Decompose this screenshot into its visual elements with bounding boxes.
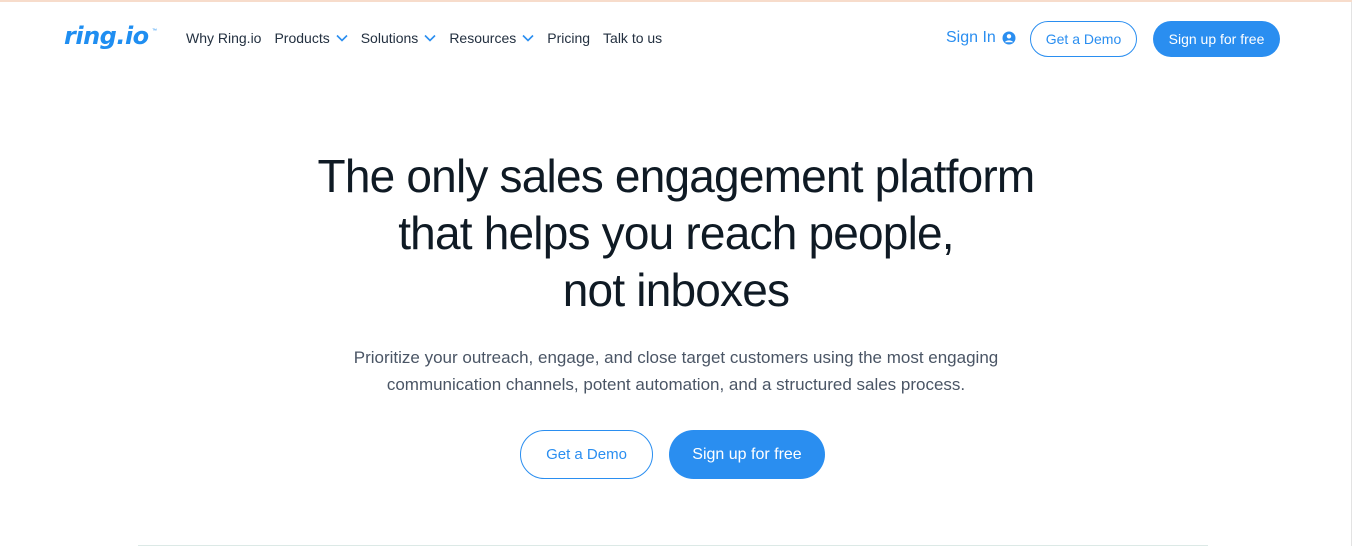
nav-item-label: Pricing [547,30,591,46]
hero-subtitle-line: Prioritize your outreach, engage, and cl… [353,348,999,367]
hero-get-demo-button[interactable]: Get a Demo [520,430,653,479]
nav-item-label: Why Ring.io [186,30,262,46]
chevron-down-icon [522,34,534,42]
nav-item-solutions[interactable]: Solutions [361,30,437,46]
chevron-down-icon [336,34,348,42]
sign-in-label: Sign In [946,29,996,46]
nav-item-label: Talk to us [603,30,663,46]
nav-item-why-ring-io[interactable]: Why Ring.io [186,30,261,46]
hero-title-line: The only sales engagement platform [317,150,1036,202]
header-get-demo-button[interactable]: Get a Demo [1030,21,1137,57]
hero-title: The only sales engagement platform that … [176,148,1176,319]
nav-item-label: Products [274,30,330,46]
nav-item-pricing[interactable]: Pricing [547,30,590,46]
hero-sign-up-button[interactable]: Sign up for free [669,430,825,479]
site-header: ring.io ™ Why Ring.io Products Solutions… [0,2,1352,74]
nav-item-products[interactable]: Products [274,30,348,46]
chevron-down-icon [424,34,436,42]
nav-item-talk-to-us[interactable]: Talk to us [603,30,662,46]
ring-io-logo[interactable]: ring.io [64,22,149,50]
main-nav: Why Ring.io Products Solutions Resources… [186,30,675,46]
nav-item-label: Solutions [360,30,419,46]
nav-item-label: Resources [449,30,517,46]
logo-trademark: ™ [152,28,157,34]
hero-title-line: that helps you reach people, [398,207,954,259]
sign-in-link[interactable]: Sign In [946,29,1016,47]
user-circle-icon [1002,31,1016,45]
nav-item-resources[interactable]: Resources [449,30,534,46]
hero-subtitle: Prioritize your outreach, engage, and cl… [276,344,1076,398]
hero-title-line: not inboxes [562,264,790,316]
hero-subtitle-line: communication channels, potent automatio… [386,375,966,394]
header-sign-up-button[interactable]: Sign up for free [1153,21,1280,57]
